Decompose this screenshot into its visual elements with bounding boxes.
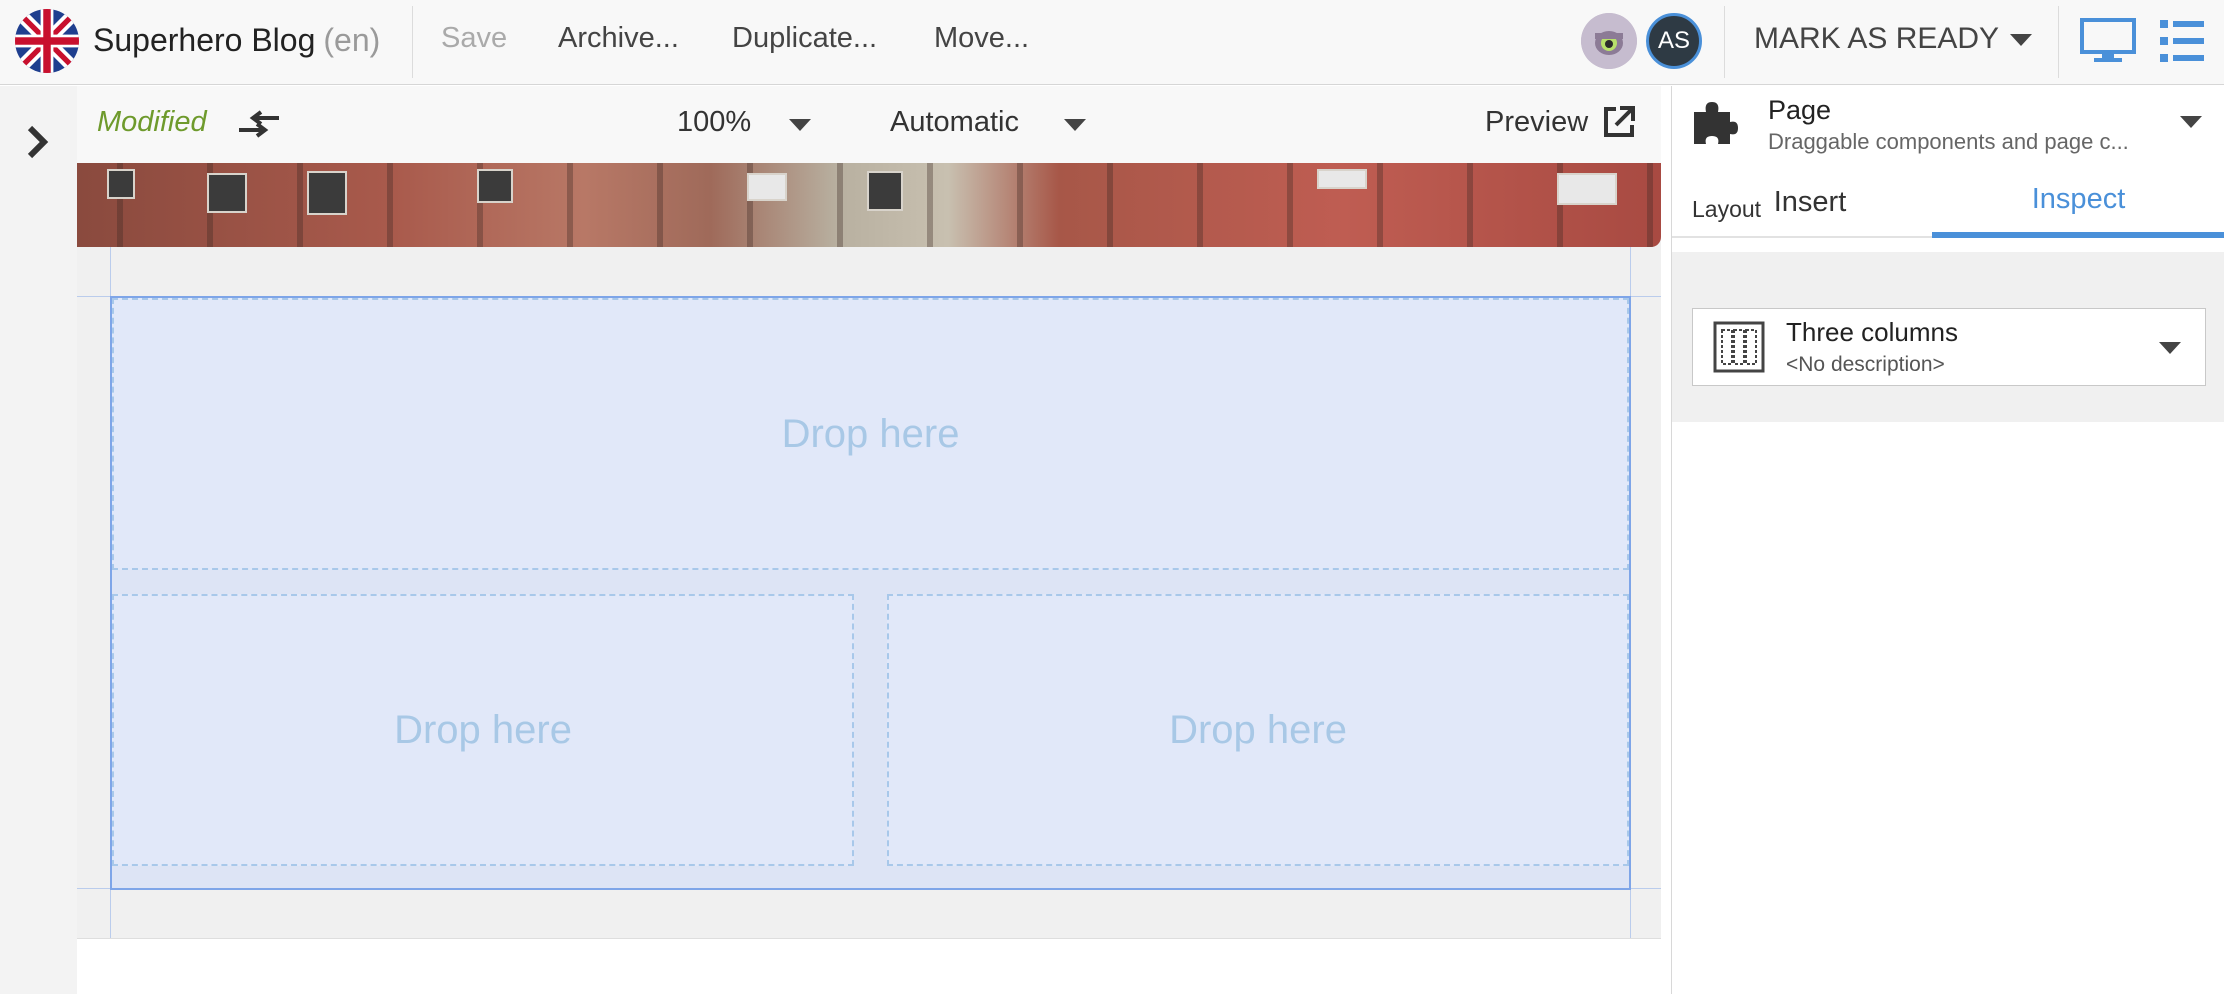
toolbar-divider <box>412 6 413 78</box>
move-button[interactable]: Move... <box>934 22 1029 55</box>
chevron-down-icon[interactable] <box>2180 116 2202 128</box>
component-subtitle: Draggable components and page c... <box>1768 129 2129 154</box>
chevron-down-icon[interactable] <box>2159 342 2181 354</box>
three-column-layout[interactable]: Drop here Drop here Drop here <box>110 296 1631 890</box>
mark-as-ready-button[interactable]: MARK AS READY <box>1754 22 1999 56</box>
layout-value: Three columns <box>1786 317 1958 347</box>
page-canvas: Drop here Drop here Drop here <box>77 163 1661 994</box>
external-link-icon[interactable] <box>1602 105 1636 144</box>
layout-description: <No description> <box>1786 353 1945 376</box>
compare-icon[interactable] <box>237 108 281 147</box>
duplicate-button[interactable]: Duplicate... <box>732 22 877 55</box>
drop-zone-right[interactable]: Drop here <box>887 594 1629 866</box>
hero-image <box>77 163 1661 247</box>
left-panel-rail <box>0 86 77 994</box>
toolbar-divider <box>1724 6 1725 78</box>
layout-select[interactable]: Three columns <No description> <box>1692 308 2206 386</box>
inspector-panel: Page Draggable components and page c... … <box>1671 86 2224 994</box>
drop-zone-label: Drop here <box>394 707 572 752</box>
zoom-select[interactable]: 100% <box>677 106 751 139</box>
page-content-area <box>77 938 1661 994</box>
top-toolbar: Superhero Blog (en) Save Archive... Dupli… <box>0 0 2224 85</box>
canvas-toolbar: Modified 100% Automatic Preview <box>77 86 1661 163</box>
preview-button[interactable]: Preview <box>1485 106 1588 139</box>
tab-inspect[interactable]: Inspect <box>1932 166 2224 238</box>
component-title: Page <box>1768 95 1832 125</box>
list-view-icon[interactable] <box>2160 18 2204 69</box>
chevron-down-icon[interactable] <box>789 119 811 131</box>
device-select[interactable]: Automatic <box>890 106 1019 139</box>
modified-status: Modified <box>97 106 207 138</box>
site-language: (en) <box>323 22 381 58</box>
site-title: Superhero Blog (en) <box>93 22 380 59</box>
site-name: Superhero Blog <box>93 22 316 58</box>
save-button[interactable]: Save <box>441 22 507 55</box>
toolbar-divider <box>2058 6 2059 78</box>
monitor-icon[interactable] <box>2080 18 2136 69</box>
archive-button[interactable]: Archive... <box>558 22 679 55</box>
drop-zone-left[interactable]: Drop here <box>112 594 854 866</box>
drop-zone-top[interactable]: Drop here <box>112 298 1629 570</box>
component-header[interactable]: Page Draggable components and page c... <box>1672 86 2224 166</box>
three-columns-icon <box>1713 321 1765 378</box>
layout-label: Layout <box>1692 196 1762 222</box>
puzzle-piece-icon <box>1690 98 1738 151</box>
uk-flag-icon[interactable] <box>15 9 79 73</box>
user-avatar-alien[interactable] <box>1581 13 1637 69</box>
chevron-down-icon[interactable] <box>2010 34 2032 46</box>
user-avatar[interactable]: AS <box>1646 13 1702 69</box>
chevron-right-icon[interactable] <box>24 124 52 165</box>
drop-zone-label: Drop here <box>1169 707 1347 752</box>
avatar-initials: AS <box>1657 27 1690 54</box>
chevron-down-icon[interactable] <box>1064 119 1086 131</box>
drop-zone-label: Drop here <box>781 411 960 456</box>
